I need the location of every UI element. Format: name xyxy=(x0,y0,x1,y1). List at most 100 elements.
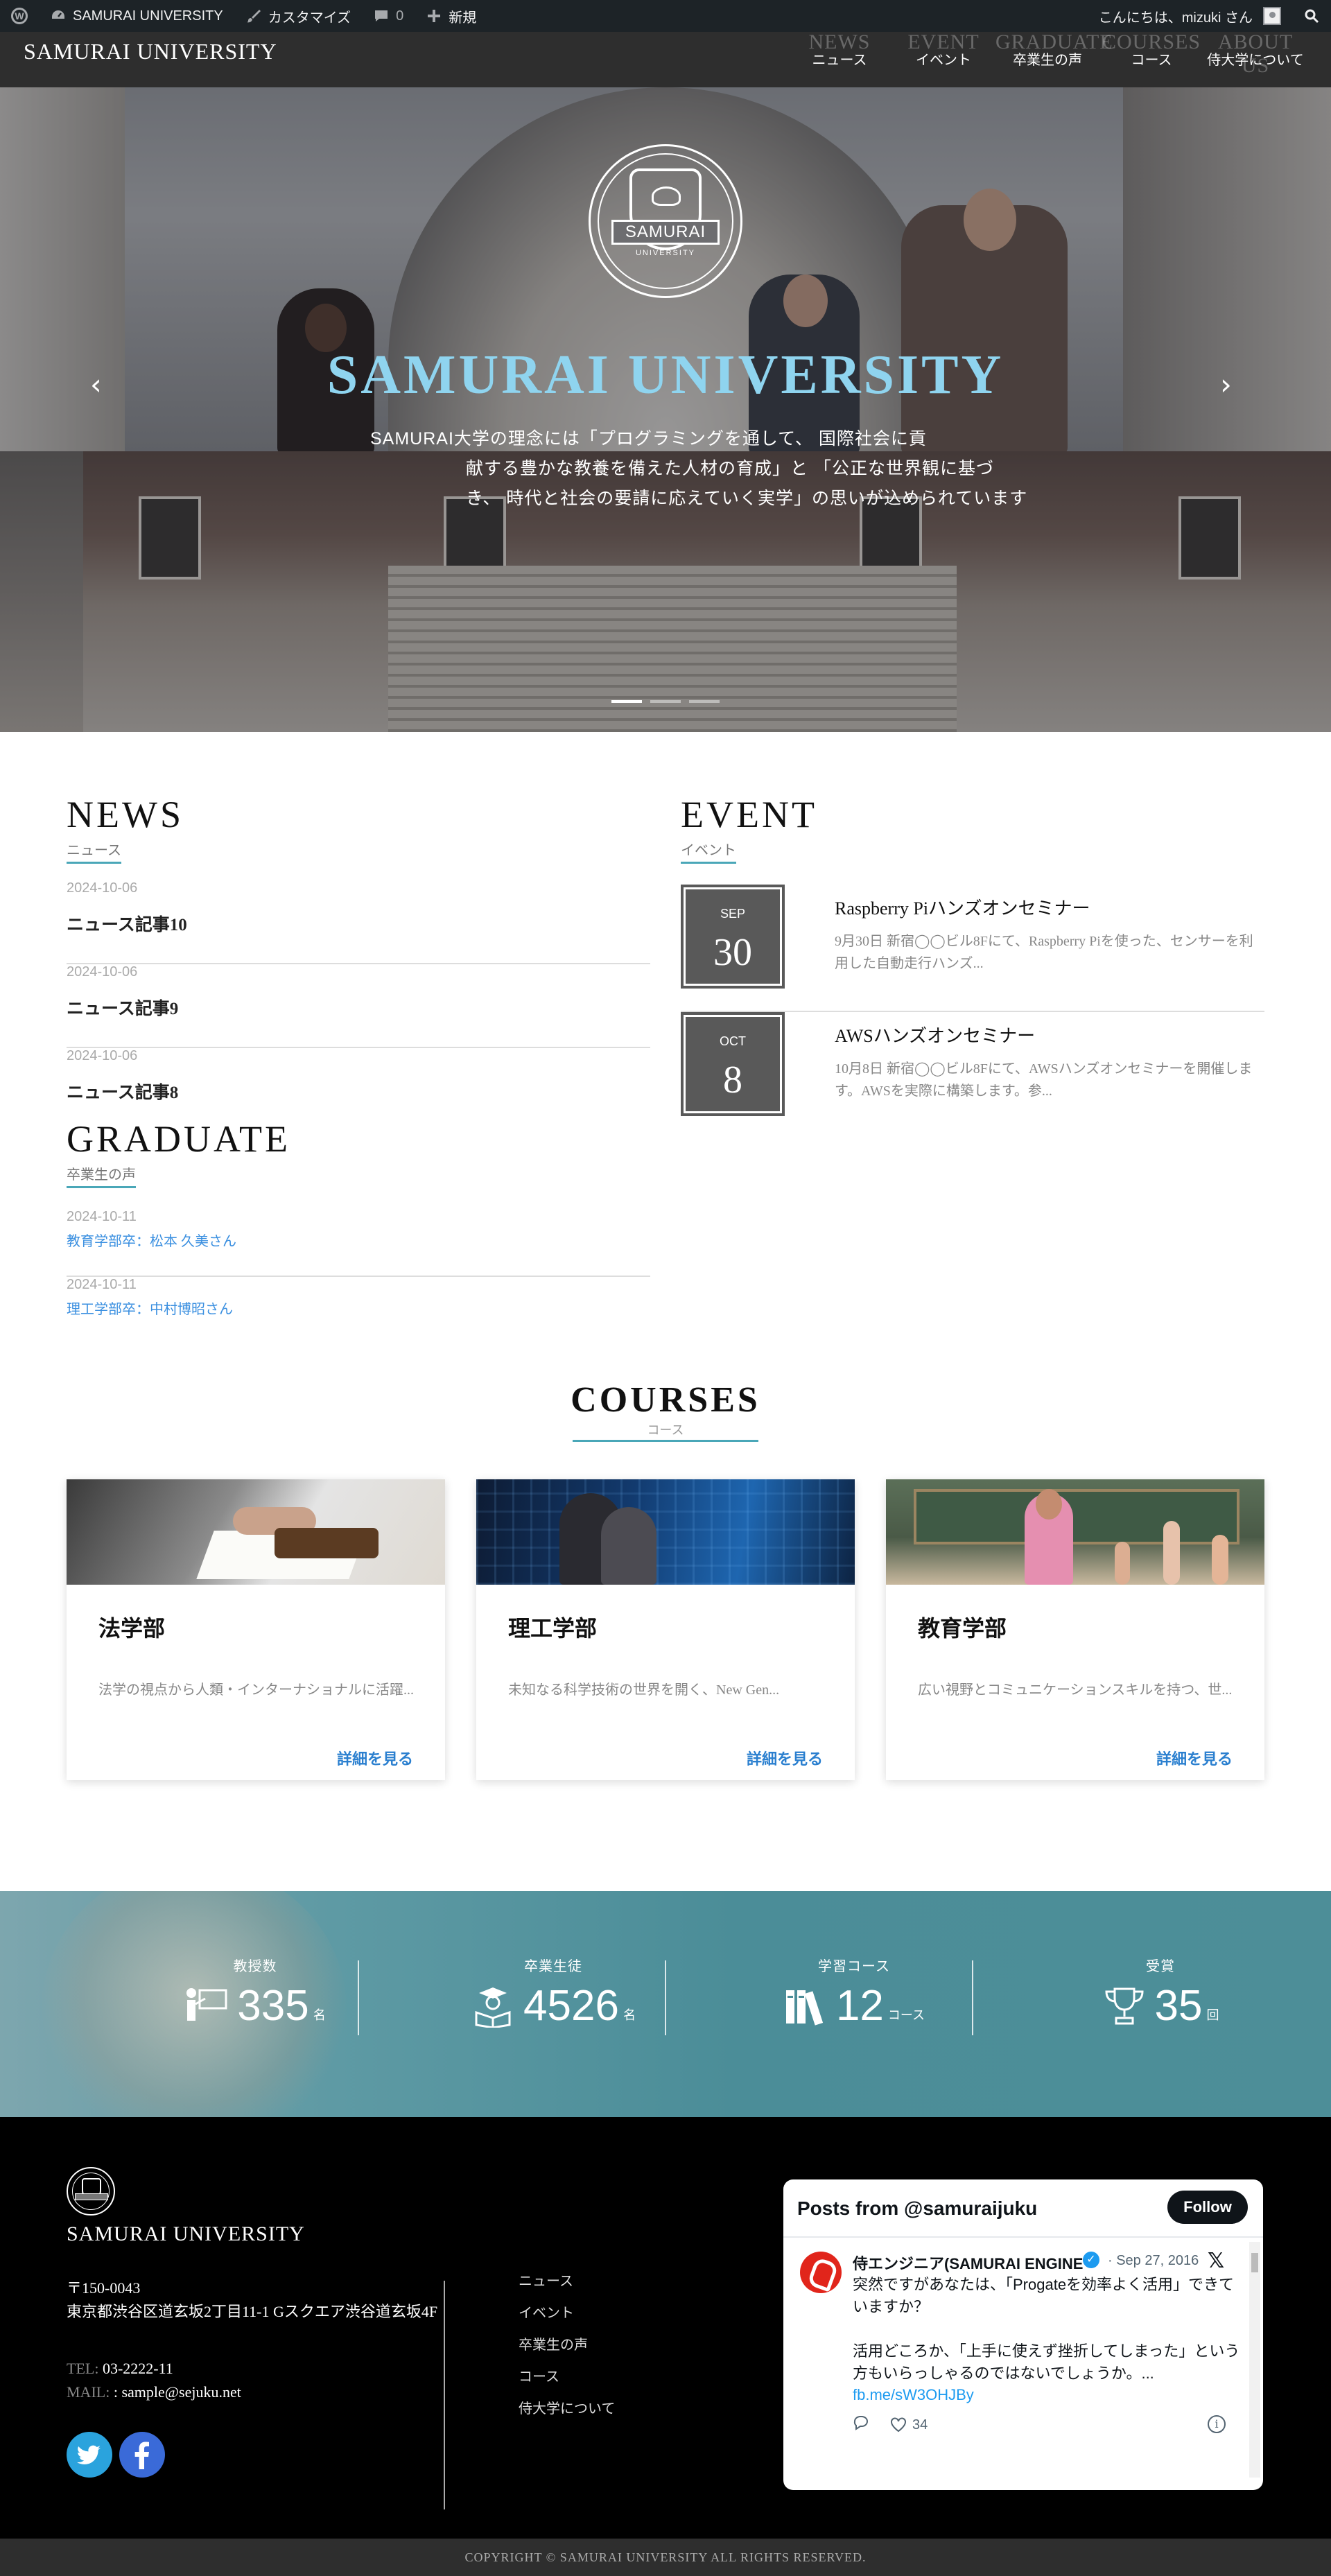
course-description: 未知なる科学技術の世界を開く、New Gen... xyxy=(508,1682,780,1698)
course-name: 教育学部 xyxy=(918,1616,1007,1641)
verified-badge-icon: ✓ xyxy=(1083,2252,1099,2268)
event-description: 10月8日 新宿◯◯ビル8Fにて、AWSハンズオンセミナーを開催します。AWSを… xyxy=(835,1061,1253,1099)
teacher-face xyxy=(1036,1489,1062,1520)
course-image-engineering xyxy=(476,1479,855,1585)
course-card-law[interactable]: 法学部 法学の視点から人類・インターナショナルに活躍... 詳細を見る xyxy=(67,1479,445,1780)
stat-divider xyxy=(358,1960,359,2035)
calendar-date-badge: OCT 8 xyxy=(681,1012,785,1116)
footer-link-graduate[interactable]: 卒業生の声 xyxy=(519,2329,615,2361)
nav-item-about[interactable]: ABOUT US 侍大学について xyxy=(1203,31,1307,87)
admin-customize-link[interactable]: カスタマイズ xyxy=(234,0,362,32)
course-details-link[interactable]: 詳細を見る xyxy=(1156,1747,1233,1769)
course-card-engineering[interactable]: 理工学部 未知なる科学技術の世界を開く、New Gen... 詳細を見る xyxy=(476,1479,855,1780)
nav-item-ja: イベント xyxy=(916,53,971,68)
tweet-avatar[interactable] xyxy=(800,2252,842,2293)
course-card-education[interactable]: 教育学部 広い視野とコミュニケーションスキルを持つ、世... 詳細を見る xyxy=(886,1479,1264,1780)
admin-comments-link[interactable]: 0 xyxy=(362,0,415,32)
global-nav: NEWS ニュース EVENT イベント GRADUATE 卒業生の声 COUR… xyxy=(788,31,1307,87)
event-item[interactable]: SEP 30 Raspberry Piハンズオンセミナー 9月30日 新宿◯◯ビ… xyxy=(681,885,1264,1012)
admin-site-link[interactable]: SAMURAI UNIVERSITY xyxy=(39,0,234,32)
x-logo-icon[interactable]: 𝕏 xyxy=(1208,2249,1224,2273)
news-list: 2024-10-06 ニュース記事10 2024-10-06 ニュース記事9 2… xyxy=(67,880,650,1111)
slider-dot-2[interactable] xyxy=(650,700,681,703)
nav-item-graduate[interactable]: GRADUATE 卒業生の声 xyxy=(995,31,1113,87)
tweet-date[interactable]: · Sep 27, 2016 xyxy=(1108,2253,1199,2269)
stat-awards: 受賞 35 回 xyxy=(1022,1955,1299,2028)
event-item[interactable]: OCT 8 AWSハンズオンセミナー 10月8日 新宿◯◯ビル8Fにて、AWSハ… xyxy=(681,1012,1264,1140)
courses-heading: COURSES xyxy=(571,1380,760,1420)
news-item[interactable]: 2024-10-06 ニュース記事10 xyxy=(67,880,650,964)
like-count: 34 xyxy=(912,2417,928,2433)
footer-link-courses[interactable]: コース xyxy=(519,2361,615,2393)
stat-number: 12 xyxy=(835,1982,884,2030)
twitter-timeline-widget: Posts from @samuraijuku Follow 侍エンジニア(SA… xyxy=(783,2179,1263,2490)
university-emblem: SAMURAI UNIVERSITY xyxy=(589,144,742,298)
person-shape xyxy=(601,1507,656,1585)
graduate-item[interactable]: 2024-10-11 理工学部卒：中村博昭さん xyxy=(67,1277,650,1345)
nav-item-event[interactable]: EVENT イベント xyxy=(891,31,995,87)
event-list: SEP 30 Raspberry Piハンズオンセミナー 9月30日 新宿◯◯ビ… xyxy=(681,885,1264,1140)
graduate-item[interactable]: 2024-10-11 教育学部卒：松本 久美さん xyxy=(67,1209,650,1277)
widget-scrollbar[interactable] xyxy=(1249,2242,1260,2478)
info-icon[interactable]: i xyxy=(1208,2415,1226,2433)
follow-button[interactable]: Follow xyxy=(1167,2191,1248,2224)
tel-label: TEL: xyxy=(67,2360,99,2377)
course-details-link[interactable]: 詳細を見る xyxy=(747,1747,823,1769)
hero-description-line1: SAMURAI大学の理念には「プログラミングを通して、 国際社会に貢 xyxy=(370,429,927,449)
hero-description-rest: 献する豊かな教養を備えた人材の育成」と 「公正な世界観に基づき、 時代と社会の要… xyxy=(466,459,1028,508)
admin-account-menu[interactable]: こんにちは、mizuki さん xyxy=(1088,0,1292,32)
twitter-button[interactable] xyxy=(67,2432,112,2478)
graduate-heading: GRADUATE xyxy=(67,1118,290,1160)
stat-divider xyxy=(972,1960,973,2035)
site-header: SAMURAI UNIVERSITY NEWS ニュース EVENT イベント … xyxy=(0,31,1331,87)
stat-number: 35 xyxy=(1154,1982,1203,2030)
graduation-cap-icon xyxy=(652,186,681,206)
slider-dot-1[interactable] xyxy=(611,700,642,703)
admin-new-link[interactable]: 新規 xyxy=(415,0,487,32)
graduate-date: 2024-10-11 xyxy=(67,1277,137,1292)
courses-subheading: コース xyxy=(573,1420,758,1442)
stat-label: 受賞 xyxy=(1146,1959,1175,1974)
gavel-icon xyxy=(275,1528,379,1558)
footer-emblem xyxy=(67,2167,115,2216)
footer-mail: MAIL: : sample@sejuku.net xyxy=(67,2383,241,2401)
wp-logo-button[interactable]: W xyxy=(0,0,39,32)
tweet-link[interactable]: fb.me/sW3OHJBy xyxy=(853,2386,974,2404)
event-section: EVENT イベント SEP 30 Raspberry Piハンズオンセミナー … xyxy=(681,790,1264,1116)
dashboard-icon xyxy=(50,8,67,24)
news-item[interactable]: 2024-10-06 ニュース記事9 xyxy=(67,964,650,1048)
nav-item-ja: コース xyxy=(1131,53,1172,68)
news-section: NEWS ニュース 2024-10-06 ニュース記事10 2024-10-06… xyxy=(67,790,650,1102)
graduate-title: 理工学部卒：中村博昭さん xyxy=(67,1302,233,1317)
tweet-actions: 34 xyxy=(853,2415,928,2435)
facebook-icon xyxy=(134,2442,149,2469)
admin-search-button[interactable] xyxy=(1292,0,1331,32)
news-item[interactable]: 2024-10-06 ニュース記事8 xyxy=(67,1048,650,1111)
facebook-button[interactable] xyxy=(119,2432,165,2478)
footer-link-event[interactable]: イベント xyxy=(519,2297,615,2329)
like-button[interactable]: 34 xyxy=(890,2417,928,2433)
tweet-author-name[interactable]: 侍エンジニア(SAMURAI ENGINE xyxy=(853,2252,1083,2274)
comment-bubble-icon xyxy=(373,8,390,24)
graduate-title: 教育学部卒：松本 久美さん xyxy=(67,1234,236,1249)
emblem-subtext: UNIVERSITY xyxy=(635,249,695,257)
avatar xyxy=(1263,7,1281,25)
reply-icon[interactable] xyxy=(853,2415,869,2435)
hero-description: SAMURAI大学の理念には「プログラミングを通して、 国際社会に貢 献する豊か… xyxy=(360,424,1040,514)
slider-dot-3[interactable] xyxy=(689,700,720,703)
raised-hand-shape xyxy=(1212,1535,1228,1585)
course-details-link[interactable]: 詳細を見る xyxy=(337,1747,413,1769)
copyright: COPYRIGHT © SAMURAI UNIVERSITY ALL RIGHT… xyxy=(0,2539,1331,2576)
news-date: 2024-10-06 xyxy=(67,1048,138,1063)
footer-link-news[interactable]: ニュース xyxy=(519,2265,615,2297)
news-date: 2024-10-06 xyxy=(67,880,138,896)
site-title[interactable]: SAMURAI UNIVERSITY xyxy=(24,39,277,64)
nav-item-courses[interactable]: COURSES コース xyxy=(1099,31,1203,87)
footer-link-about[interactable]: 侍大学について xyxy=(519,2393,615,2425)
nav-item-news[interactable]: NEWS ニュース xyxy=(788,31,891,87)
raised-hand-shape xyxy=(1163,1521,1180,1585)
chevron-right-icon[interactable]: › xyxy=(1220,367,1232,401)
admin-bar: W SAMURAI UNIVERSITY カスタマイズ 0 新規 こんにちは、m… xyxy=(0,0,1331,32)
chevron-left-icon[interactable]: ‹ xyxy=(90,367,102,401)
event-day: 8 xyxy=(723,1059,742,1102)
